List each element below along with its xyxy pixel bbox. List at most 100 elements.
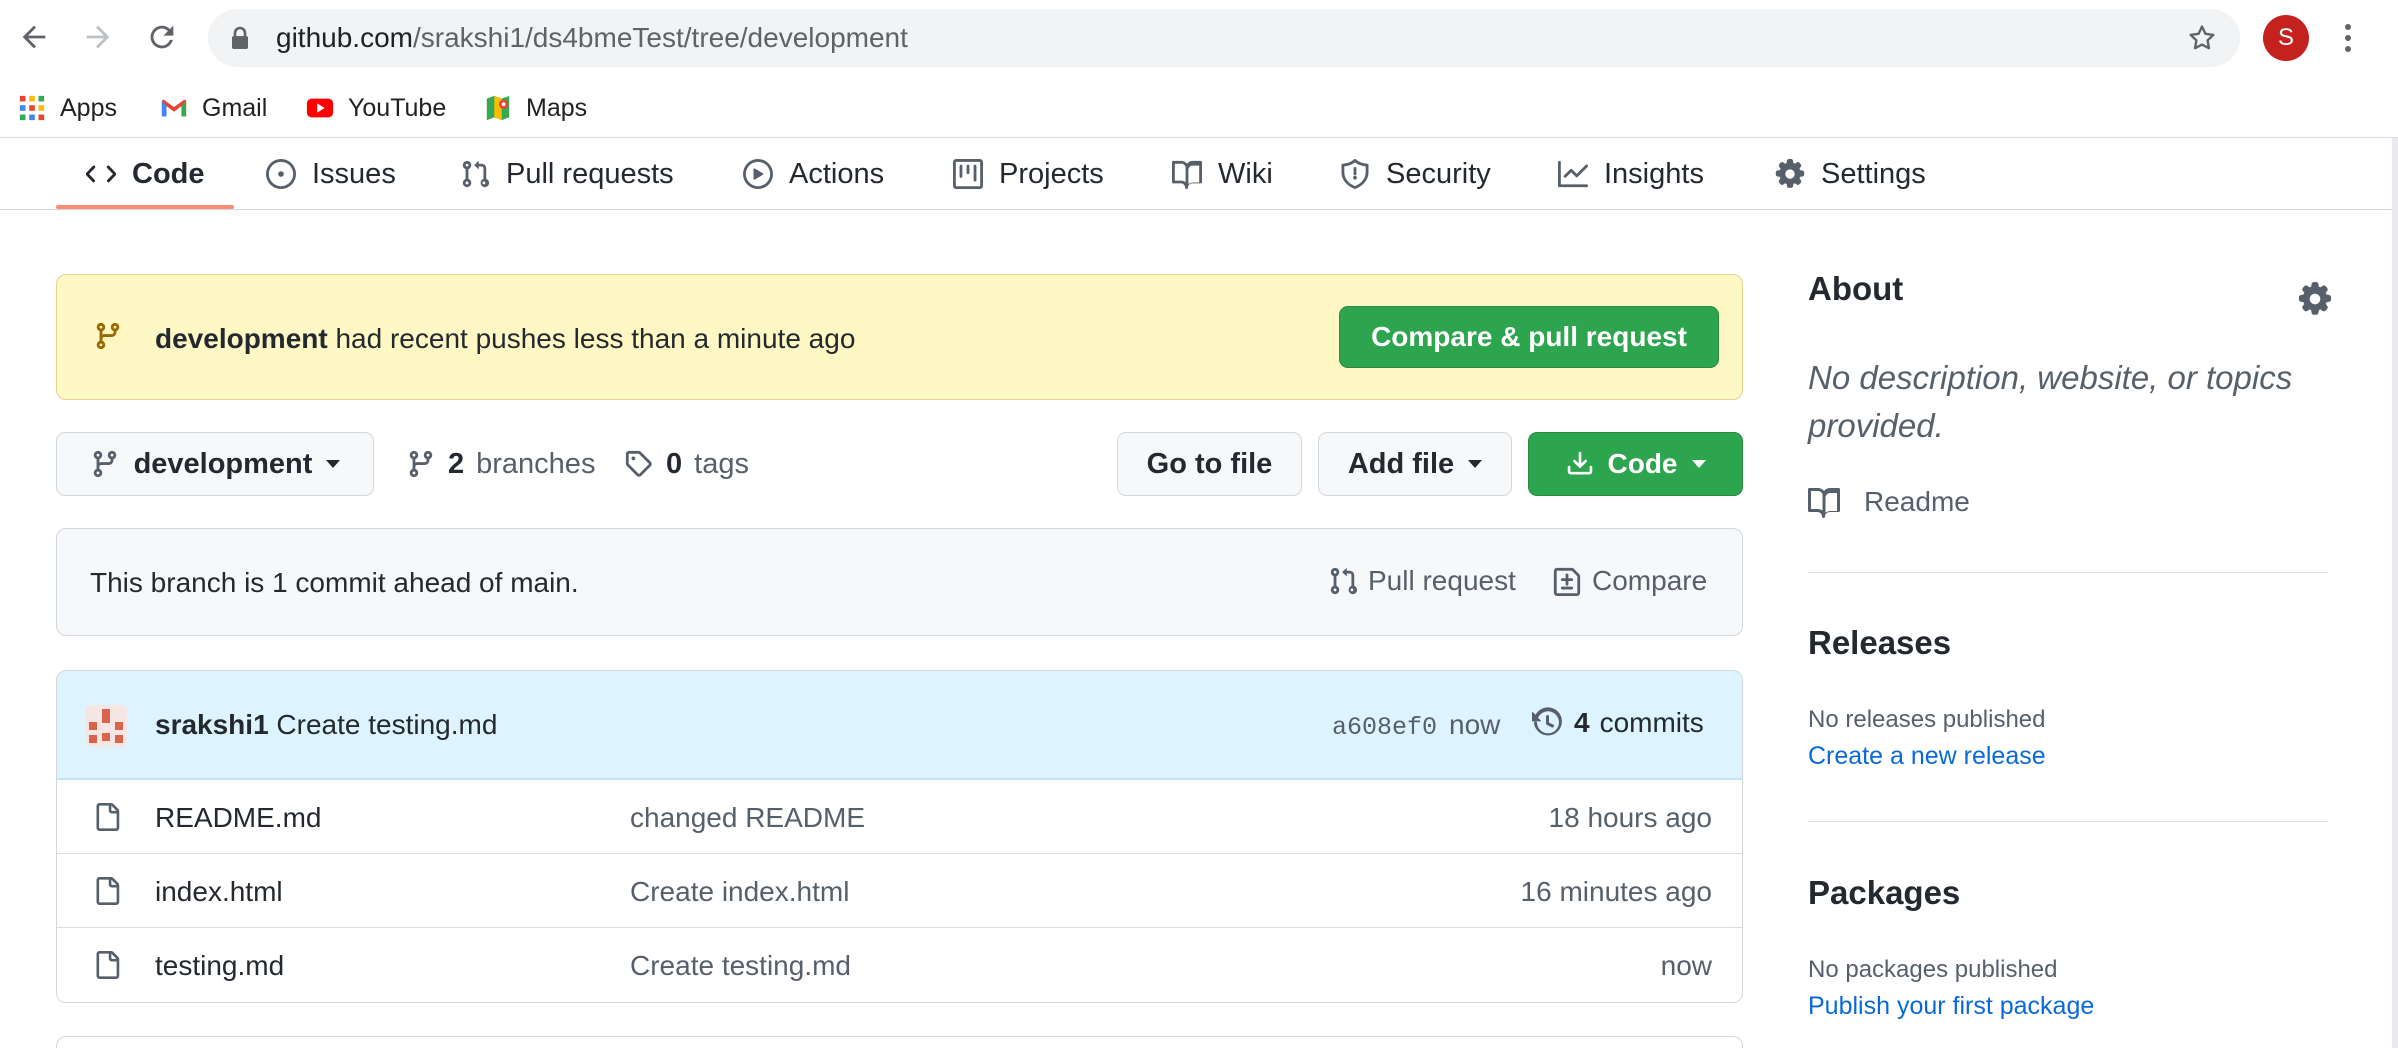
file-commit-message[interactable]: changed README — [630, 802, 865, 834]
profile-avatar[interactable]: S — [2263, 15, 2309, 61]
pull-request-link[interactable]: Pull request — [1328, 563, 1516, 599]
file-commit-message[interactable]: Create index.html — [630, 876, 849, 908]
tab-label: Settings — [1821, 157, 1926, 190]
gear-icon[interactable] — [2298, 282, 2332, 316]
packages-empty-text: No packages published — [1808, 956, 2058, 983]
commits-history-link[interactable]: 4 commits — [1532, 705, 1704, 741]
bookmark-apps[interactable]: Apps — [18, 90, 117, 126]
tab-pull-requests[interactable]: Pull requests — [460, 138, 674, 210]
readme-label: Readme — [1864, 486, 1970, 517]
current-branch-label: development — [133, 447, 313, 480]
recent-push-banner: development had recent pushes less than … — [56, 274, 1743, 400]
file-age: 18 hours ago — [1548, 802, 1712, 833]
author-avatar[interactable] — [85, 705, 127, 747]
active-tab-indicator — [56, 205, 234, 209]
bookmark-label: Apps — [60, 93, 117, 122]
code-download-button[interactable]: Code — [1528, 432, 1743, 496]
play-icon — [743, 159, 773, 189]
tab-insights[interactable]: Insights — [1558, 138, 1704, 210]
branches-link[interactable]: 2 branches — [406, 446, 595, 482]
tab-label: Code — [132, 157, 205, 190]
branch-select-button[interactable]: development — [56, 432, 374, 496]
tab-label: Insights — [1604, 157, 1704, 190]
browser-toolbar: github.com/srakshi1/ds4bmeTest/tree/deve… — [0, 0, 2398, 78]
gear-icon — [1775, 159, 1805, 188]
tags-link[interactable]: 0 tags — [624, 446, 749, 482]
tab-security[interactable]: Security — [1340, 138, 1491, 210]
reload-button[interactable] — [140, 15, 184, 59]
add-file-label: Add file — [1347, 447, 1455, 480]
commit-sha[interactable]: a608ef0 — [1332, 713, 1437, 742]
releases-empty-text: No releases published — [1808, 706, 2046, 733]
push-message-text: had recent pushes less than a minute ago — [335, 323, 856, 354]
pull-request-icon — [1330, 567, 1358, 595]
chevron-down-icon — [1468, 460, 1483, 468]
browser-menu-button[interactable] — [2330, 20, 2366, 56]
history-icon — [1532, 707, 1562, 736]
chevron-down-icon — [326, 460, 341, 468]
youtube-icon — [306, 98, 334, 118]
branch-icon — [93, 450, 116, 478]
commit-count: 4 — [1574, 707, 1590, 738]
table-row: index.html Create index.html 16 minutes … — [57, 853, 1742, 927]
code-icon — [86, 165, 116, 183]
book-icon — [1808, 488, 1840, 518]
maps-icon — [486, 95, 510, 121]
commit-summary: srakshi1 Create testing.md — [155, 709, 497, 741]
bookmark-star-icon[interactable] — [2186, 22, 2218, 54]
add-file-button[interactable]: Add file — [1318, 432, 1512, 496]
scrollbar[interactable] — [2392, 138, 2398, 1048]
commit-count-label: commits — [1599, 707, 1704, 738]
readme-box — [56, 1036, 1743, 1048]
book-icon — [1172, 160, 1202, 189]
address-bar[interactable]: github.com/srakshi1/ds4bmeTest/tree/deve… — [208, 9, 2240, 67]
go-to-file-button[interactable]: Go to file — [1117, 432, 1302, 496]
forward-button[interactable] — [76, 15, 120, 59]
file-commit-message[interactable]: Create testing.md — [630, 950, 851, 982]
publish-package-link[interactable]: Publish your first package — [1808, 992, 2094, 1021]
bookmark-gmail[interactable]: Gmail — [160, 90, 267, 126]
code-button-label: Code — [1607, 448, 1678, 479]
back-button[interactable] — [12, 15, 56, 59]
go-to-file-label: Go to file — [1146, 447, 1273, 480]
packages-heading[interactable]: Packages — [1808, 874, 1960, 912]
bookmark-maps[interactable]: Maps — [484, 90, 587, 126]
commit-message[interactable]: Create testing.md — [276, 709, 497, 740]
pull-request-label: Pull request — [1368, 565, 1516, 596]
file-name[interactable]: testing.md — [155, 950, 284, 982]
compare-link[interactable]: Compare — [1552, 563, 1707, 599]
shield-icon — [1341, 159, 1369, 189]
graph-icon — [1558, 160, 1588, 188]
file-icon — [96, 803, 120, 831]
arrow-left-icon — [22, 25, 46, 49]
bookmarks-bar: Apps Gmail YouTube Maps — [0, 78, 2398, 138]
commit-time: now — [1449, 709, 1501, 740]
file-icon — [96, 951, 120, 979]
bookmark-label: Gmail — [202, 93, 268, 122]
download-icon — [1567, 451, 1592, 475]
tab-actions[interactable]: Actions — [743, 138, 884, 210]
file-name[interactable]: README.md — [155, 802, 321, 834]
tab-settings[interactable]: Settings — [1775, 138, 1926, 210]
tab-wiki[interactable]: Wiki — [1172, 138, 1273, 210]
branch-icon — [409, 450, 433, 478]
releases-heading[interactable]: Releases — [1808, 624, 1951, 662]
readme-link[interactable]: Readme — [1808, 484, 1970, 520]
file-name[interactable]: index.html — [155, 876, 283, 908]
tab-projects[interactable]: Projects — [953, 138, 1104, 210]
commit-author[interactable]: srakshi1 — [155, 709, 269, 740]
branches-count: 2 — [448, 447, 465, 480]
compare-pull-request-button[interactable]: Compare & pull request — [1339, 306, 1719, 368]
tab-code[interactable]: Code — [86, 138, 205, 210]
repo-nav: Code Issues Pull requests Actions Projec… — [0, 138, 2398, 210]
create-release-link[interactable]: Create a new release — [1808, 742, 2046, 771]
issue-icon — [266, 159, 296, 189]
apps-grid-icon — [19, 95, 45, 121]
tab-issues[interactable]: Issues — [266, 138, 396, 210]
chevron-down-icon — [1691, 460, 1706, 468]
bookmark-youtube[interactable]: YouTube — [306, 90, 446, 126]
lock-icon — [232, 26, 248, 49]
push-branch-name: development — [155, 323, 328, 354]
table-row: README.md changed README 18 hours ago — [57, 779, 1742, 853]
tags-label: tags — [694, 447, 749, 480]
